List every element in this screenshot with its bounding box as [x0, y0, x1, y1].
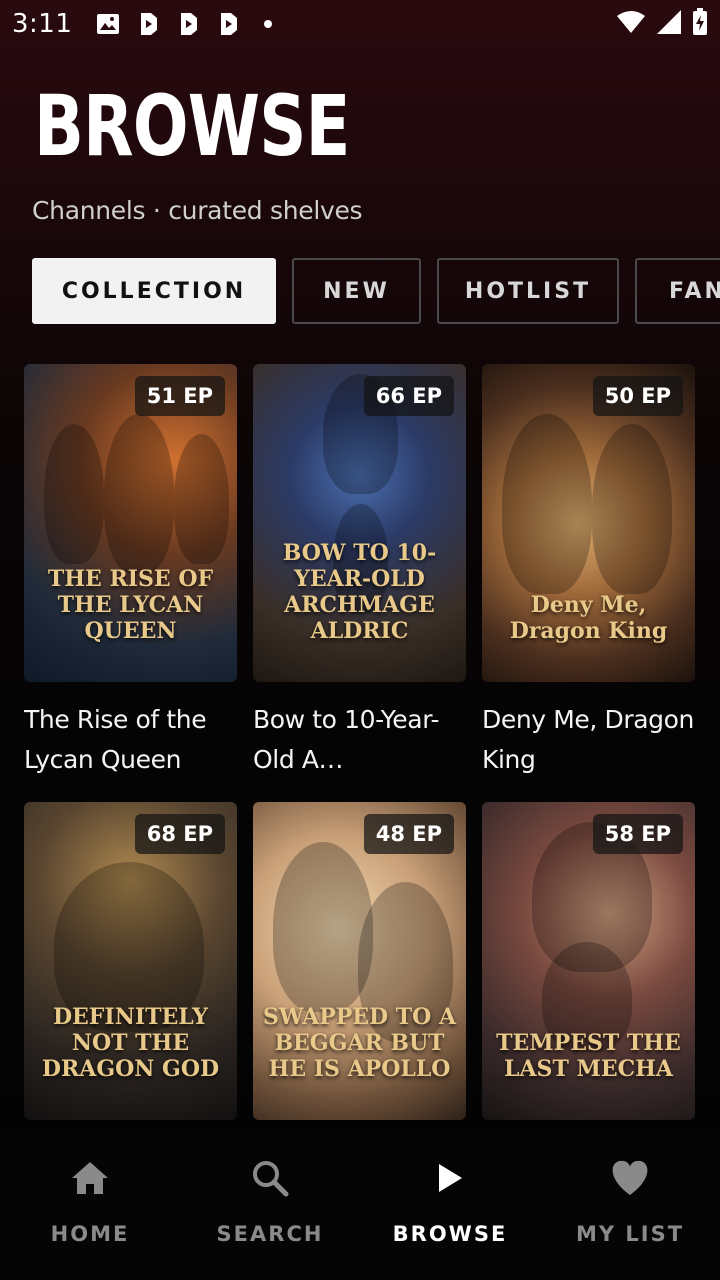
- show-title[interactable]: The Rise of the Lycan Queen: [24, 700, 237, 780]
- show-poster[interactable]: BOW TO 10-YEAR-OLD ARCHMAGE ALDRIC 66 EP: [253, 364, 466, 682]
- show-card[interactable]: BOW TO 10-YEAR-OLD ARCHMAGE ALDRIC 66 EP…: [253, 364, 466, 780]
- show-poster[interactable]: SWAPPED TO A BEGGAR BUT HE IS APOLLO 48 …: [253, 802, 466, 1120]
- show-card[interactable]: TEMPEST THE LAST MECHA 58 EP: [482, 802, 695, 1120]
- poster-title: Deny Me, Dragon King: [509, 592, 668, 644]
- status-time: 3:11: [12, 9, 73, 39]
- home-icon: [68, 1156, 112, 1200]
- show-title[interactable]: Bow to 10-Year-Old A…: [253, 700, 466, 780]
- show-card[interactable]: THE RISE OF THE LYCAN QUEEN 51 EP The Ri…: [24, 364, 237, 780]
- show-poster[interactable]: Deny Me, Dragon King 50 EP: [482, 364, 695, 682]
- poster-title: BOW TO 10-YEAR-OLD ARCHMAGE ALDRIC: [282, 540, 437, 644]
- nav-label: MY LIST: [575, 1222, 685, 1246]
- show-poster[interactable]: TEMPEST THE LAST MECHA 58 EP: [482, 802, 695, 1120]
- show-card[interactable]: DEFINITELY NOT THE DRAGON GOD 68 EP: [24, 802, 237, 1120]
- play-icon: [428, 1156, 472, 1200]
- episode-badge: 48 EP: [363, 814, 454, 854]
- page-subtitle: Channels · curated shelves: [32, 196, 363, 225]
- nav-search[interactable]: SEARCH: [180, 1130, 360, 1280]
- show-poster[interactable]: DEFINITELY NOT THE DRAGON GOD 68 EP: [24, 802, 237, 1120]
- episode-badge: 50 EP: [592, 376, 683, 416]
- poster-title: TEMPEST THE LAST MECHA: [496, 1030, 681, 1082]
- bottom-nav: HOME SEARCH BROWSE MY LIST: [0, 1130, 720, 1280]
- episode-badge: 51 EP: [134, 376, 225, 416]
- chip-label: HOTLIST: [464, 278, 592, 304]
- nav-label: HOME: [50, 1222, 130, 1246]
- signal-icon: [656, 9, 682, 39]
- chip-new[interactable]: NEW: [292, 258, 421, 324]
- battery-charging-icon: [692, 8, 708, 40]
- play-badge-icon: [216, 12, 240, 36]
- wifi-icon: [616, 10, 646, 38]
- show-title[interactable]: Deny Me, Dragon King: [482, 700, 695, 780]
- show-poster[interactable]: THE RISE OF THE LYCAN QUEEN 51 EP: [24, 364, 237, 682]
- shows-grid-row-1: THE RISE OF THE LYCAN QUEEN 51 EP The Ri…: [24, 364, 696, 780]
- dot-icon: [256, 12, 280, 36]
- system-icons: [616, 8, 708, 40]
- episode-badge: 68 EP: [134, 814, 225, 854]
- show-card[interactable]: SWAPPED TO A BEGGAR BUT HE IS APOLLO 48 …: [253, 802, 466, 1120]
- nav-label: BROWSE: [392, 1222, 508, 1246]
- nav-browse[interactable]: BROWSE: [360, 1130, 540, 1280]
- notification-icons: [96, 12, 280, 36]
- chip-label: FAN: [669, 278, 720, 304]
- status-bar: 3:11: [0, 0, 720, 48]
- image-icon: [96, 12, 120, 36]
- poster-title: DEFINITELY NOT THE DRAGON GOD: [41, 1004, 220, 1082]
- chip-fan[interactable]: FAN: [635, 258, 720, 324]
- show-card[interactable]: Deny Me, Dragon King 50 EP Deny Me, Drag…: [482, 364, 695, 780]
- play-badge-icon: [136, 12, 160, 36]
- heart-icon: [608, 1156, 652, 1200]
- page-title: BROWSE: [34, 77, 350, 175]
- poster-title: SWAPPED TO A BEGGAR BUT HE IS APOLLO: [262, 1004, 457, 1082]
- episode-badge: 66 EP: [363, 376, 454, 416]
- search-icon: [248, 1156, 292, 1200]
- chip-collection[interactable]: COLLECTION: [32, 258, 276, 324]
- poster-title: THE RISE OF THE LYCAN QUEEN: [47, 566, 214, 644]
- play-badge-icon: [176, 12, 200, 36]
- nav-home[interactable]: HOME: [0, 1130, 180, 1280]
- chip-label: NEW: [323, 278, 390, 304]
- nav-my-list[interactable]: MY LIST: [540, 1130, 720, 1280]
- category-chips: COLLECTION NEW HOTLIST FAN: [32, 258, 720, 326]
- shows-grid-row-2: DEFINITELY NOT THE DRAGON GOD 68 EP SWAP…: [24, 802, 696, 1120]
- chip-label: COLLECTION: [61, 278, 247, 304]
- episode-badge: 58 EP: [592, 814, 683, 854]
- nav-label: SEARCH: [216, 1222, 324, 1246]
- chip-hotlist[interactable]: HOTLIST: [437, 258, 619, 324]
